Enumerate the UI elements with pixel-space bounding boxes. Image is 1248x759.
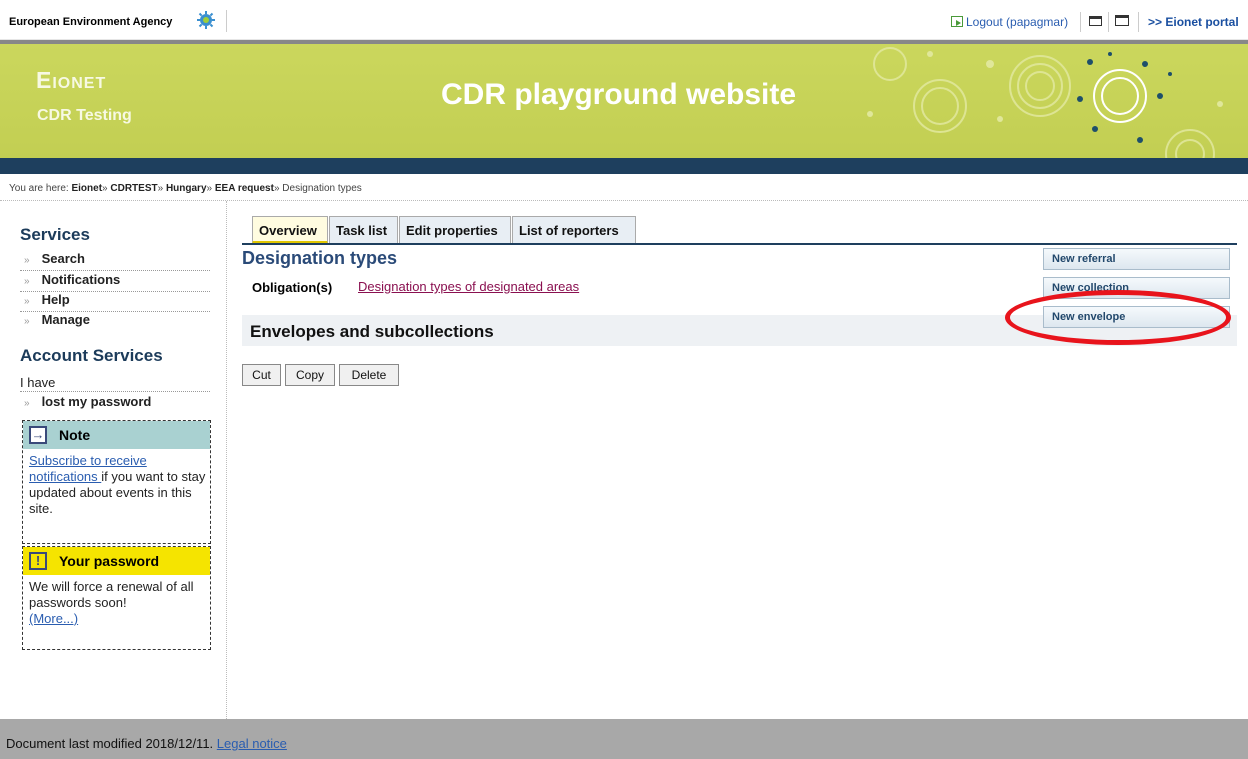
password-box: ! Your password We will force a renewal … xyxy=(22,546,211,650)
header-stripe xyxy=(0,158,1248,174)
agency-name[interactable]: European Environment Agency xyxy=(9,16,172,28)
new-referral-button[interactable]: New referral xyxy=(1043,248,1230,270)
logout-label: Logout (papagmar) xyxy=(966,15,1069,29)
raquo-icon: » xyxy=(24,316,30,327)
password-title: Your password xyxy=(59,553,160,569)
legal-notice-link[interactable]: Legal notice xyxy=(217,736,287,751)
note-body: Subscribe to receive notifications if yo… xyxy=(23,449,210,525)
password-header: ! Your password xyxy=(23,547,210,575)
divider xyxy=(1108,12,1109,32)
eea-logo-icon xyxy=(197,11,215,29)
sidebar-item-notifications[interactable]: » Notifications xyxy=(20,272,210,292)
breadcrumb-item[interactable]: CDRTEST xyxy=(110,183,157,194)
password-text: We will force a renewal of all passwords… xyxy=(29,579,194,610)
site-title: CDR playground website xyxy=(441,78,797,111)
account-services-heading: Account Services xyxy=(20,346,163,365)
sidebar-item-label: lost my password xyxy=(41,394,152,409)
top-bar: European Environment Agency Logout (papa… xyxy=(0,0,1248,40)
banner-decoration-icon xyxy=(867,47,1223,158)
eionet-portal-link[interactable]: >> Eionet portal xyxy=(1148,15,1239,29)
tab-label: Overview xyxy=(259,223,317,238)
sidebar-item-manage[interactable]: » Manage xyxy=(20,312,210,332)
sidebar-item-label: Notifications xyxy=(41,272,121,287)
warning-icon: ! xyxy=(29,552,47,570)
tab-underline xyxy=(242,243,1237,245)
obligation-label: Obligation(s) xyxy=(252,280,333,295)
password-body: We will force a renewal of all passwords… xyxy=(23,575,210,635)
note-box: → Note Subscribe to receive notification… xyxy=(22,420,211,544)
tab-label: Edit properties xyxy=(406,223,498,238)
page-title: Designation types xyxy=(242,248,398,268)
highlight-annotation xyxy=(1005,290,1231,345)
sidebar-item-lost-password[interactable]: » lost my password xyxy=(20,391,210,413)
delete-button[interactable]: Delete xyxy=(339,364,399,386)
divider xyxy=(1080,12,1081,32)
sidebar-item-label: Help xyxy=(41,292,70,307)
sidebar-item-label: Manage xyxy=(41,312,90,327)
logout-link[interactable]: Logout (papagmar) xyxy=(951,15,1068,29)
breadcrumb-item[interactable]: Eionet xyxy=(71,183,102,194)
sidebar-item-search[interactable]: » Search xyxy=(20,251,210,271)
tab-task-list[interactable]: Task list xyxy=(329,216,398,244)
copy-button[interactable]: Copy xyxy=(285,364,335,386)
fullscreen-icon[interactable] xyxy=(1115,15,1129,26)
breadcrumb-item[interactable]: EEA request xyxy=(215,183,274,194)
note-header: → Note xyxy=(23,421,210,449)
tab-label: List of reporters xyxy=(519,223,619,238)
tab-overview[interactable]: Overview xyxy=(252,216,328,244)
breadcrumb-prefix: You are here: xyxy=(9,183,69,194)
tab-edit-properties[interactable]: Edit properties xyxy=(399,216,511,244)
breadcrumb-current: Designation types xyxy=(282,183,362,194)
raquo-icon: » xyxy=(24,296,30,307)
divider xyxy=(1138,12,1139,32)
cut-button[interactable]: Cut xyxy=(242,364,281,386)
breadcrumb-item[interactable]: Hungary xyxy=(166,183,207,194)
sidebar-item-label: Search xyxy=(41,251,85,266)
logout-icon xyxy=(951,16,963,27)
raquo-icon: » xyxy=(24,276,30,287)
tab-list-of-reporters[interactable]: List of reporters xyxy=(512,216,636,244)
footer-text: Document last modified 2018/12/11. Legal… xyxy=(6,736,287,751)
divider xyxy=(226,10,227,32)
eionet-logo-text[interactable]: Eionet xyxy=(36,67,106,94)
footer: Document last modified 2018/12/11. Legal… xyxy=(0,719,1248,759)
obligation-link[interactable]: Designation types of designated areas xyxy=(358,279,579,294)
envelopes-heading: Envelopes and subcollections xyxy=(250,322,494,341)
site-banner: Eionet CDR Testing CDR playground websit… xyxy=(0,40,1248,158)
banner-subtitle: CDR Testing xyxy=(37,107,132,124)
last-modified: Document last modified 2018/12/11. xyxy=(6,736,214,751)
more-link[interactable]: (More...) xyxy=(29,611,78,626)
print-icon[interactable] xyxy=(1089,16,1102,26)
breadcrumb: You are here: Eionet» CDRTEST» Hungary» … xyxy=(9,183,362,194)
sidebar-item-help[interactable]: » Help xyxy=(20,292,210,312)
raquo-icon: » xyxy=(24,255,30,266)
tab-label: Task list xyxy=(336,223,388,238)
services-heading: Services xyxy=(20,225,90,244)
arrow-right-icon: → xyxy=(29,426,47,444)
note-title: Note xyxy=(59,427,91,443)
sidebar: Services » Search » Notifications » Help » M… xyxy=(0,201,227,719)
raquo-icon: » xyxy=(24,398,30,409)
account-intro: I have xyxy=(20,375,56,390)
